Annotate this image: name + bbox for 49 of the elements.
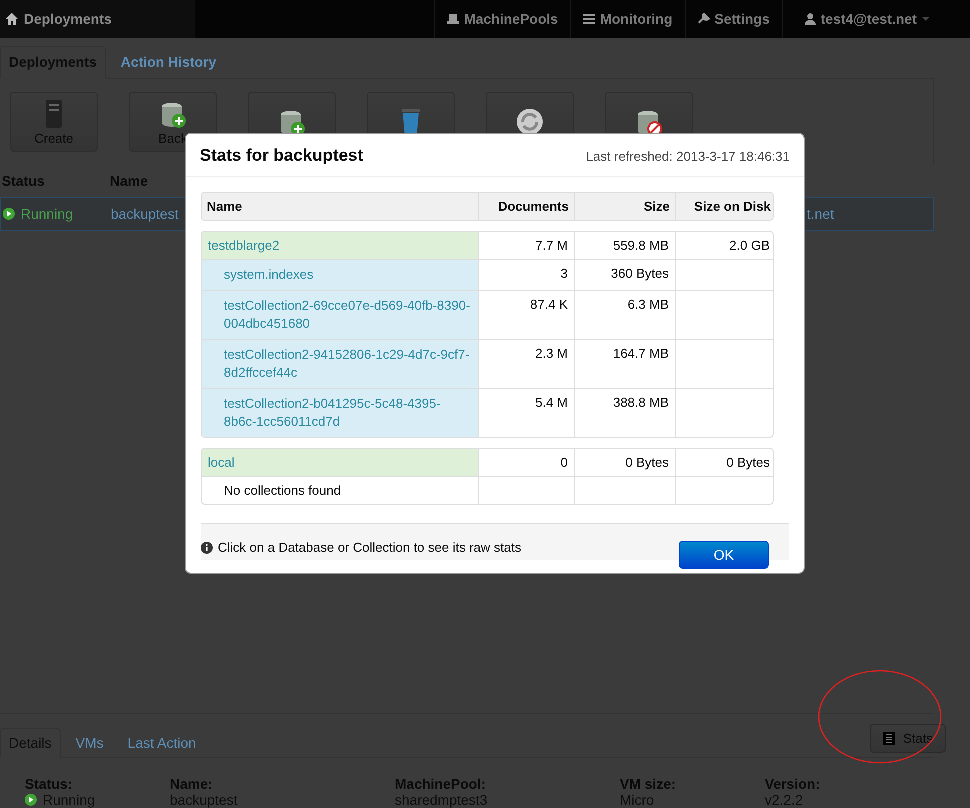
nav-link[interactable]: test4@test.net [782, 0, 970, 38]
collection-name[interactable]: testCollection2-b041295c-5c48-4395-8b6c-1cc56011cd7d [202, 388, 478, 437]
table-cell: 2.3 M [478, 339, 574, 388]
nav-link-label: Settings [714, 11, 770, 27]
nav-link[interactable]: Monitoring [570, 0, 685, 38]
collection-name[interactable]: testCollection2-69cce07e-d569-40fb-8390-004dbc451680 [202, 290, 478, 339]
table-cell-text: t.net [807, 206, 836, 222]
column-header: Size on Disk [675, 193, 773, 220]
nav-link-label: Monitoring [600, 11, 673, 27]
table-cell: 0 Bytes [574, 449, 675, 476]
brand-link[interactable]: Deployments [0, 0, 195, 38]
list-icon [583, 13, 596, 25]
name-cell: backuptest [111, 206, 179, 222]
table-cell: 559.8 MB [574, 232, 675, 259]
nav-link[interactable]: MachinePools [434, 0, 570, 38]
database-name[interactable]: testdblarge2 [202, 232, 478, 259]
collection-name[interactable]: system.indexes [202, 259, 478, 290]
empty-message: No collections found [202, 476, 478, 504]
tab[interactable]: VMs [66, 728, 113, 758]
table-cell: 388.8 MB [574, 388, 675, 437]
table-cell: 2.0 GB [675, 232, 773, 259]
wrench-icon [698, 13, 710, 25]
table-cell: 7.7 M [478, 232, 574, 259]
nav-link[interactable]: Settings [684, 0, 782, 38]
last-refreshed-text: Last refreshed: 2013-3-17 18:46:31 [586, 148, 790, 164]
running-icon [3, 208, 15, 220]
list-icon [883, 732, 896, 745]
caret-icon [922, 17, 930, 21]
database-name[interactable]: local [202, 449, 478, 476]
table-cell: 0 [478, 449, 574, 476]
running-icon [25, 794, 37, 806]
table-cell: 5.4 M [478, 388, 574, 437]
brand-text: Deployments [24, 11, 112, 27]
user-icon [804, 13, 816, 25]
home-icon [6, 13, 18, 25]
table-cell: 0 Bytes [675, 449, 773, 476]
nav-link-label: MachinePools [464, 11, 558, 27]
tab[interactable]: Last Action [118, 728, 206, 758]
hint-text: Click on a Database or Collection to see its raw stats [218, 540, 522, 555]
ok-button[interactable]: OK [679, 541, 769, 569]
nav-link-label: test4@test.net [820, 11, 917, 27]
status-text: Running [21, 206, 74, 222]
table-cell: 6.3 MB [574, 290, 675, 339]
table-cell: 87.4 K [478, 290, 574, 339]
table-cell: 360 Bytes [574, 259, 675, 290]
collection-name[interactable]: testCollection2-94152806-1c29-4d7c-9cf7-8d2ffccef44c [202, 339, 478, 388]
table-cell: 3 [478, 259, 574, 290]
table-cell: 164.7 MB [574, 339, 675, 388]
tab[interactable]: Action History [112, 46, 226, 79]
